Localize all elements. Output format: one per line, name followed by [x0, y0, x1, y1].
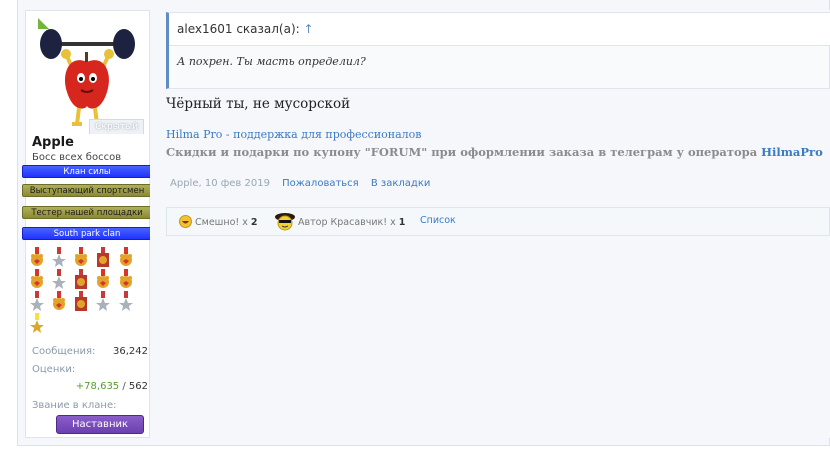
- message-text: Чёрный ты, не мусорской: [166, 96, 351, 112]
- banner-tester: Тестер нашей площадки: [22, 206, 152, 219]
- cool-smiley-icon: [275, 213, 295, 231]
- star-medal-icon[interactable]: [51, 247, 67, 267]
- rating-total: 562: [128, 381, 148, 392]
- author-mult: x: [390, 217, 396, 228]
- star-medal-icon[interactable]: [51, 269, 67, 289]
- funny-label: Смешно!: [195, 217, 240, 228]
- quote-header: alex1601 сказал(а): ↑: [169, 13, 830, 46]
- bookmark-link[interactable]: В закладки: [371, 178, 431, 189]
- likes-list-link[interactable]: Список: [420, 215, 456, 226]
- likes-bar: Смешно! x 2 Автор Красавчик! x 1 Список: [166, 207, 830, 236]
- meta-date[interactable]: 10 фев 2019: [205, 178, 270, 189]
- bear-medal-icon[interactable]: [73, 247, 89, 267]
- funny-count: 2: [250, 217, 258, 228]
- user-sidebar: Скрытый Apple Босс всех боссов Клан силы…: [22, 10, 152, 438]
- star-medal-icon[interactable]: [95, 291, 111, 311]
- quote-block: alex1601 сказал(а): ↑ А похрен. Ты масть…: [166, 12, 830, 89]
- rating-separator: /: [119, 381, 129, 392]
- banner-southpark: South park clan: [22, 227, 152, 240]
- signature-promo: Скидки и подарки по купону "FORUM" при о…: [166, 145, 823, 159]
- signature-operator-link[interactable]: HilmaPro: [761, 145, 823, 159]
- banner-clan: Клан силы: [22, 165, 152, 178]
- apple-weightlifter-icon: [40, 29, 135, 126]
- messages-label: Сообщения:: [32, 346, 96, 357]
- banner-athlete: Выступающий спортсмен: [22, 184, 152, 197]
- order-medal-icon[interactable]: [95, 247, 111, 267]
- signature-link[interactable]: Hilma Pro - поддержка для профессионалов: [166, 128, 422, 141]
- messages-stat: Сообщения: 36,242: [32, 346, 148, 357]
- messages-value[interactable]: 36,242: [113, 346, 148, 357]
- online-indicator-icon: [38, 18, 49, 29]
- bear-medal-icon[interactable]: [95, 269, 111, 289]
- username[interactable]: Apple: [32, 135, 74, 150]
- bear-medal-icon[interactable]: [118, 269, 134, 289]
- likes-list: Список: [420, 215, 456, 226]
- author-count: 1: [398, 217, 406, 228]
- funny-reaction[interactable]: Смешно! x 2: [179, 215, 258, 228]
- user-title: Босс всех боссов: [32, 152, 122, 163]
- order-medal-icon[interactable]: [73, 269, 89, 289]
- bear-medal-icon[interactable]: [118, 247, 134, 267]
- bear-medal-icon[interactable]: [51, 291, 67, 311]
- avatar[interactable]: Скрытый: [29, 14, 146, 134]
- rating-positive: +78,635: [75, 381, 120, 392]
- clan-rank-label: Звание в клане:: [32, 400, 117, 411]
- report-link[interactable]: Пожаловаться: [282, 178, 359, 189]
- quote-author: alex1601 сказал(а):: [177, 22, 300, 36]
- signature-promo-text: Скидки и подарки по купону "FORUM" при о…: [166, 145, 762, 159]
- quote-jump-arrow-icon[interactable]: ↑: [304, 22, 314, 36]
- order-medal-icon[interactable]: [73, 291, 89, 311]
- bear-medal-icon[interactable]: [29, 269, 45, 289]
- funny-mult: x: [242, 217, 248, 228]
- star-medal-icon[interactable]: [118, 291, 134, 311]
- quote-text: А похрен. Ты масть определил?: [177, 55, 366, 68]
- author-reaction[interactable]: Автор Красавчик! x 1: [275, 211, 405, 231]
- post-meta: Apple, 10 фев 2019 Пожаловаться В заклад…: [170, 178, 431, 189]
- gold-star-medal-icon[interactable]: [29, 313, 45, 333]
- rating-label: Оценки:: [32, 364, 76, 375]
- post-content: alex1601 сказал(а): ↑ А похрен. Ты масть…: [150, 10, 830, 438]
- star-medal-icon[interactable]: [29, 291, 45, 311]
- rating-stat: +78,635 / 562: [32, 381, 148, 392]
- author-label: Автор Красавчик!: [298, 217, 388, 228]
- bear-medal-icon[interactable]: [29, 247, 45, 267]
- hidden-badge: Скрытый: [89, 119, 144, 134]
- meta-author[interactable]: Apple: [170, 178, 198, 189]
- clan-rank-badge: Наставник: [56, 415, 144, 434]
- laughing-smiley-icon: [179, 215, 192, 228]
